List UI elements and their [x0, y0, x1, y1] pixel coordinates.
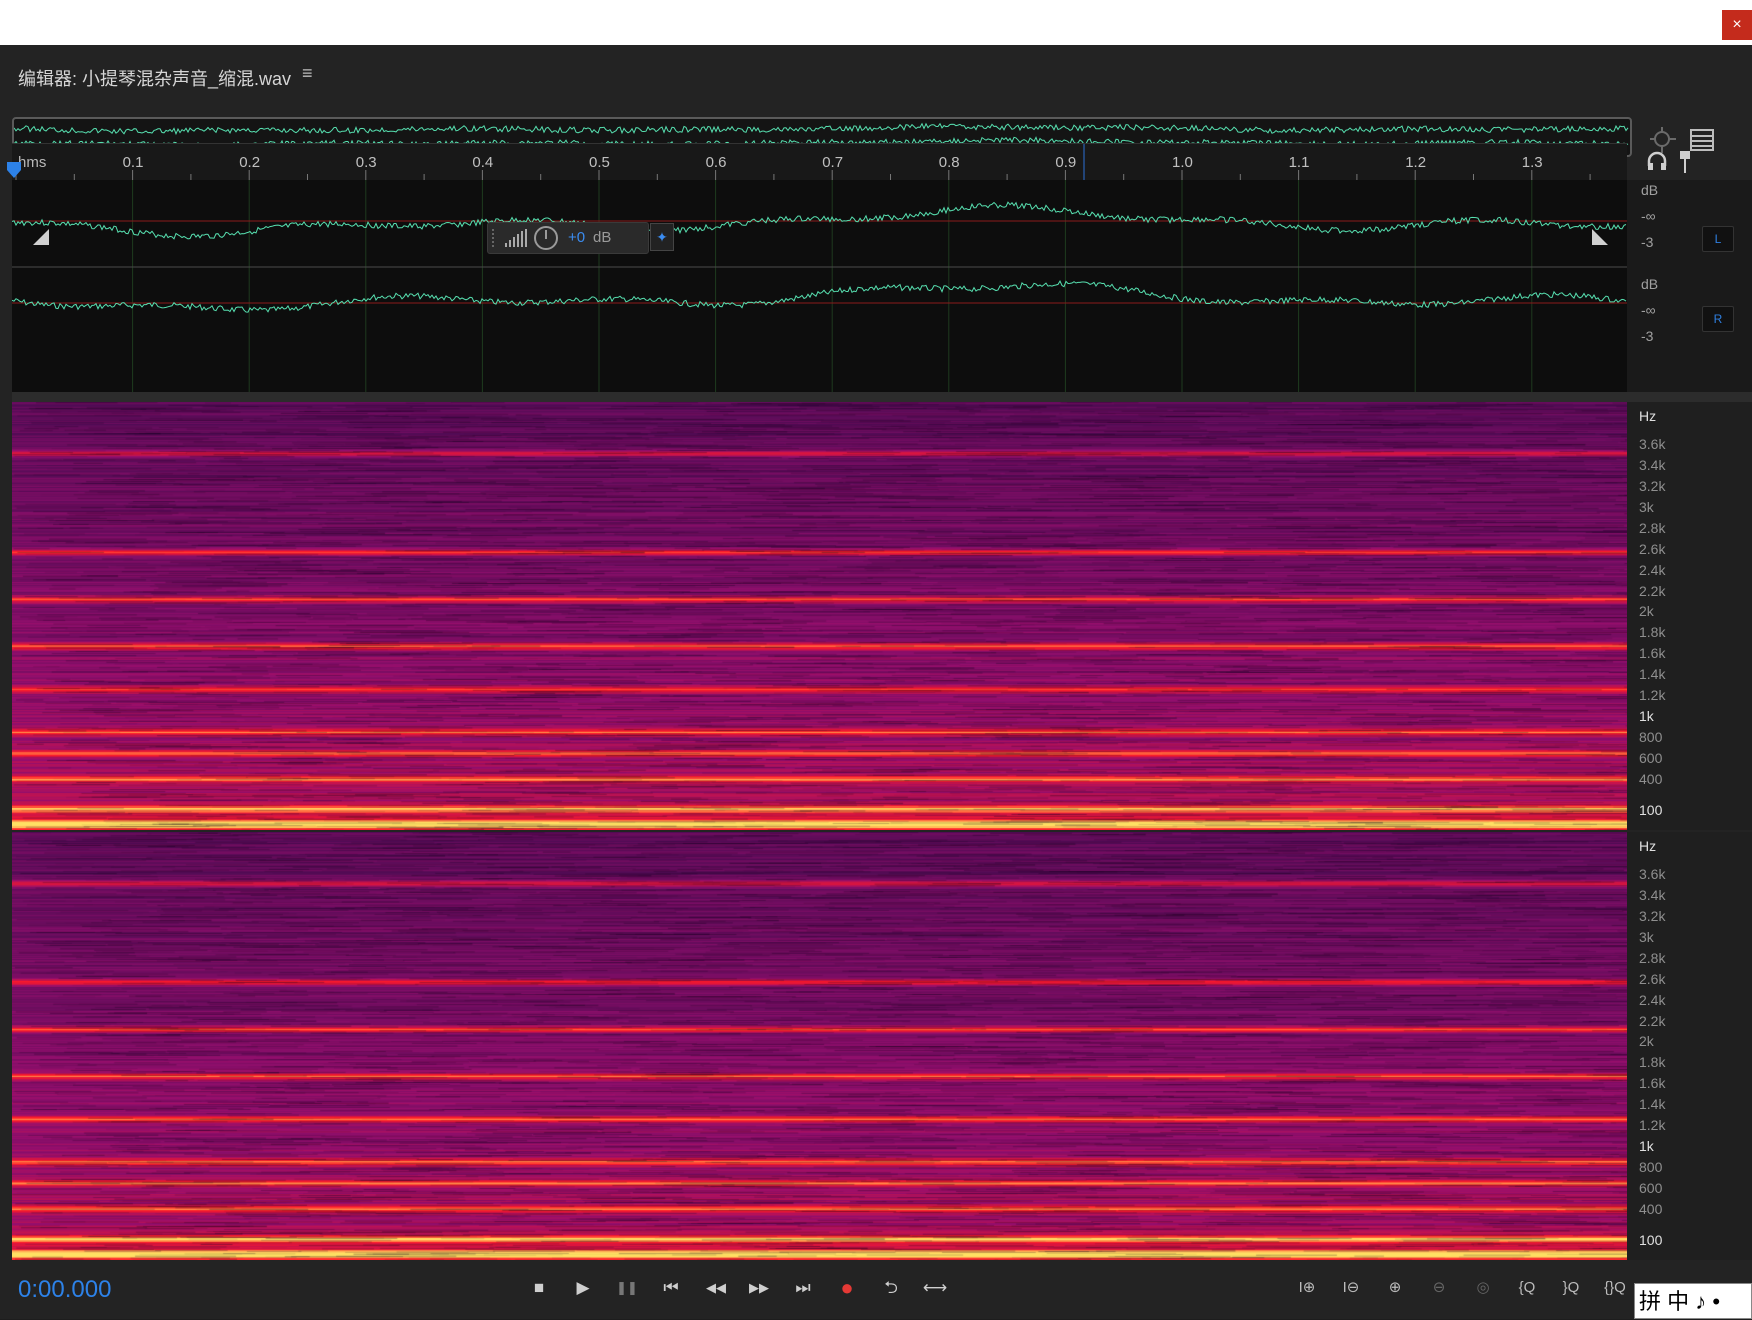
skip-selection-button[interactable]: ⟷	[922, 1277, 948, 1299]
hz-label: 100	[1639, 1232, 1663, 1248]
play-button[interactable]: ▶	[570, 1277, 596, 1299]
spectrogram-right[interactable]	[12, 832, 1627, 1260]
zoom-full-button[interactable]: ◎	[1468, 1275, 1498, 1301]
pin-hud-icon[interactable]: ✦	[650, 223, 674, 251]
db-label-left-3: -3	[1641, 234, 1654, 250]
zoom-in-time-button[interactable]: ⊕	[1380, 1275, 1410, 1301]
hud-grip[interactable]	[492, 229, 498, 247]
hz-label: 1.8k	[1639, 624, 1666, 640]
ime-toolbar[interactable]: 拼 中 ♪ •	[1634, 1283, 1752, 1319]
hz-label: 3.2k	[1639, 908, 1666, 924]
volume-knob[interactable]	[534, 226, 558, 250]
hz-label: 2.6k	[1639, 971, 1666, 987]
right-channel-waveform	[12, 280, 1627, 313]
waveform-display[interactable]	[12, 180, 1627, 392]
hz-label: 2k	[1639, 1033, 1654, 1049]
timecode-display[interactable]: 0:00.000	[18, 1276, 111, 1304]
view-divider[interactable]: ▼	[12, 392, 1752, 793]
hz-label: 2.2k	[1639, 1013, 1666, 1029]
channel-left-toggle[interactable]: L	[1702, 226, 1734, 252]
hz-label: 3.6k	[1639, 436, 1666, 452]
zoom-in-amplitude-button[interactable]: I⊕	[1292, 1275, 1322, 1301]
hz-label: 3.2k	[1639, 478, 1666, 494]
db-label-left-unit: dB	[1641, 182, 1659, 198]
hz-label: 400	[1639, 771, 1663, 787]
frequency-scale-left: Hz 3.6k 3.4k 3.2k 3k 2.8k 2.6k 2.4k 2.2k 2k 1.8k 1.…	[1627, 402, 1752, 830]
db-label-right-3: -3	[1641, 328, 1654, 344]
zoom-selection-out-button[interactable]: }Q	[1556, 1275, 1586, 1301]
ruler-ticks	[15, 144, 1591, 180]
hz-label: 3.4k	[1639, 457, 1666, 473]
hz-label: 1k	[1639, 708, 1654, 724]
window-top-bar: ×	[0, 0, 1752, 45]
hz-label: 1.6k	[1639, 1075, 1666, 1091]
close-button[interactable]: ×	[1722, 10, 1752, 40]
time-ruler[interactable]: hms 0.1 0.2 0.3 0.4 0.5 0.6 0.7 0.8 0.9 1.0 1.1 1.2…	[12, 143, 1627, 180]
amplitude-scale: dB -∞ -3 L dB -∞ -3 R	[1627, 180, 1752, 392]
hz-label: 1.4k	[1639, 1096, 1666, 1112]
hz-label: 1.2k	[1639, 687, 1666, 703]
hz-label: 1k	[1639, 1138, 1654, 1154]
volume-value[interactable]: +0	[568, 229, 585, 246]
record-button[interactable]: ●	[834, 1277, 860, 1299]
hz-label: 2.4k	[1639, 562, 1666, 578]
hz-label: 3k	[1639, 499, 1654, 515]
pause-button[interactable]: ❚❚	[614, 1277, 640, 1299]
hz-label: 800	[1639, 1159, 1663, 1175]
go-to-start-button[interactable]: ⏮	[658, 1277, 684, 1299]
zoom-out-amplitude-button[interactable]: I⊖	[1336, 1275, 1366, 1301]
marker-pin-icon[interactable]	[1678, 150, 1692, 174]
hz-label: 100	[1639, 802, 1663, 818]
channel-right-toggle[interactable]: R	[1702, 306, 1734, 332]
hz-label: 2.6k	[1639, 541, 1666, 557]
hz-label: 2.2k	[1639, 583, 1666, 599]
hz-unit-label: Hz	[1639, 408, 1657, 424]
hz-label: 400	[1639, 1201, 1663, 1217]
waveform-canvas	[12, 180, 1627, 392]
db-label-right-unit: dB	[1641, 276, 1659, 292]
hz-label: 1.2k	[1639, 1117, 1666, 1133]
zoom-to-selection-button[interactable]: {}Q	[1600, 1275, 1630, 1301]
volume-unit: dB	[593, 229, 612, 246]
editor-title: 编辑器: 小提琴混杂声音_缩混.wav	[18, 69, 292, 89]
hz-label: 1.4k	[1639, 666, 1666, 682]
spectrogram-left[interactable]	[12, 402, 1627, 830]
signal-meter-icon	[505, 229, 527, 247]
hz-label: 2k	[1639, 603, 1654, 619]
hz-label: 1.6k	[1639, 645, 1666, 661]
volume-hud[interactable]: +0 dB	[487, 222, 649, 254]
headphones-icon[interactable]	[1646, 150, 1668, 172]
hz-label: 2.8k	[1639, 520, 1666, 536]
hz-unit-label: Hz	[1639, 838, 1657, 854]
rewind-button[interactable]: ◀◀	[703, 1277, 729, 1299]
hz-label: 2.4k	[1639, 992, 1666, 1008]
list-view-icon[interactable]	[1690, 129, 1714, 151]
hz-label: 800	[1639, 729, 1663, 745]
zoom-selection-in-button[interactable]: {Q	[1512, 1275, 1542, 1301]
hz-label: 2.8k	[1639, 950, 1666, 966]
hz-label: 1.8k	[1639, 1054, 1666, 1070]
hz-label: 3k	[1639, 929, 1654, 945]
frequency-scale-right: Hz 3.6k 3.4k 3.2k 3k 2.8k 2.6k 2.4k 2.2k 2k 1.8k 1.…	[1627, 832, 1752, 1260]
panel-menu-icon[interactable]: ≡	[302, 63, 313, 84]
zoom-out-time-button[interactable]: ⊖	[1424, 1275, 1454, 1301]
hz-label: 3.4k	[1639, 887, 1666, 903]
go-to-end-button[interactable]: ⏭	[790, 1277, 816, 1299]
fast-forward-button[interactable]: ▶▶	[746, 1277, 772, 1299]
hz-label: 600	[1639, 750, 1663, 766]
loop-playback-button[interactable]: ⮌	[878, 1277, 904, 1299]
stop-button[interactable]: ■	[526, 1277, 552, 1299]
playhead-marker[interactable]	[6, 160, 22, 180]
db-label-left-inf: -∞	[1641, 208, 1656, 224]
hz-label: 3.6k	[1639, 866, 1666, 882]
hz-label: 600	[1639, 1180, 1663, 1196]
db-label-right-inf: -∞	[1641, 302, 1656, 318]
